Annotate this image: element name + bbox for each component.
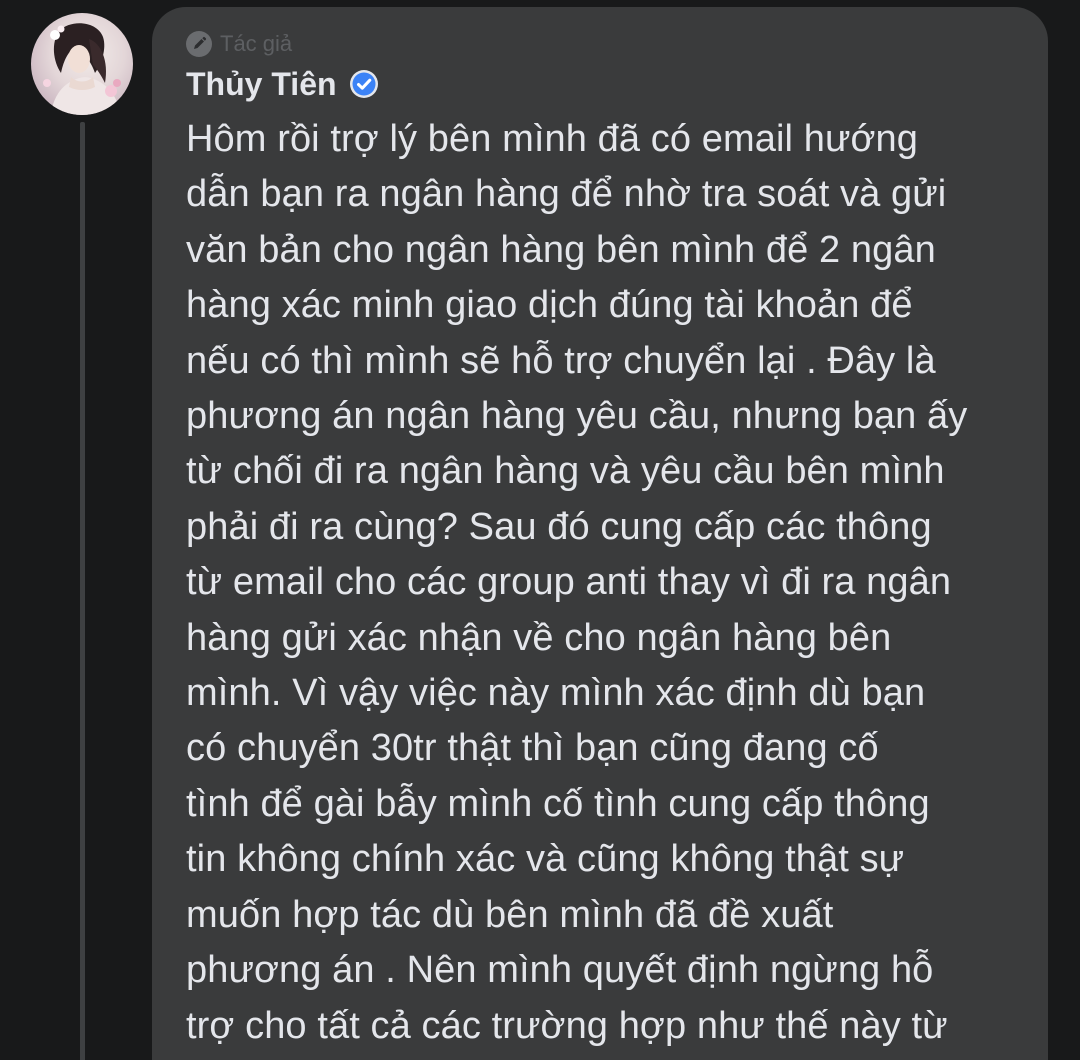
avatar-image [43,23,121,115]
verified-badge-icon [349,70,378,98]
thread-line [80,122,85,1060]
comment-text: Hôm rồi trợ lý bên mình đã có email hướn… [186,118,968,1060]
author-name[interactable]: Thủy Tiên [186,64,337,104]
author-badge-label: Tác giả [220,31,293,56]
author-row: Thủy Tiên [186,64,379,104]
author-badge: Tác giả [186,28,292,60]
avatar[interactable] [31,13,133,115]
pen-icon [186,31,212,57]
